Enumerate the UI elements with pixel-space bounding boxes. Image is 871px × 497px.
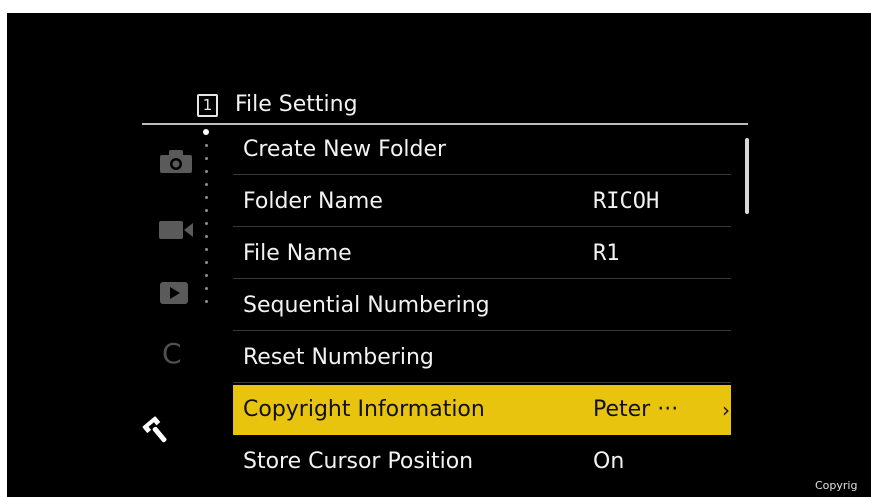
menu-item-folder-name[interactable]: Folder Name RICOH <box>233 177 731 227</box>
menu-item-value: RICOH <box>593 189 660 214</box>
menu-item-file-name[interactable]: File Name R1 <box>233 229 731 279</box>
movie-icon[interactable] <box>158 219 194 245</box>
position-indicator-dot <box>205 235 208 238</box>
menu-item-reset-numbering[interactable]: Reset Numbering <box>233 333 731 383</box>
position-indicator-dot <box>205 183 208 186</box>
position-indicator-active-dot <box>203 129 209 135</box>
custom-mode-icon[interactable]: C <box>162 340 182 368</box>
scrollbar-thumb[interactable] <box>745 138 749 214</box>
menu-item-value: R1 <box>593 241 620 266</box>
menu-item-store-cursor-position[interactable]: Store Cursor Position On <box>233 437 731 487</box>
copyright-watermark: Copyrig <box>815 479 858 492</box>
position-indicator-dot <box>205 261 208 264</box>
chevron-right-icon: › <box>722 398 730 422</box>
menu-item-label: Store Cursor Position <box>243 449 474 474</box>
page-title: File Setting <box>235 92 358 117</box>
position-indicator-dot <box>205 287 208 290</box>
position-indicator-dot <box>205 248 208 251</box>
menu-item-sequential-numbering[interactable]: Sequential Numbering <box>233 281 731 331</box>
menu-item-copyright-information[interactable]: Copyright Information Peter ··· › <box>233 385 731 435</box>
page-number-badge: 1 <box>197 94 218 117</box>
position-indicator-dot <box>205 209 208 212</box>
menu-item-label: Create New Folder <box>243 137 447 162</box>
position-indicator-dot <box>205 222 208 225</box>
menu-item-label: Copyright Information <box>243 397 485 422</box>
wrench-icon[interactable] <box>140 415 172 451</box>
camera-icon[interactable] <box>159 148 193 178</box>
menu-item-create-new-folder[interactable]: Create New Folder <box>233 125 731 175</box>
menu-item-value: On <box>593 449 625 474</box>
play-icon[interactable] <box>159 281 189 309</box>
position-indicator-dot <box>205 170 208 173</box>
menu-item-label: Folder Name <box>243 189 383 214</box>
position-indicator-dot <box>205 274 208 277</box>
menu-item-label: Reset Numbering <box>243 345 434 370</box>
camera-menu-screen: 1 File Setting C Create New Folder Folde… <box>7 13 871 497</box>
menu-item-value: Peter ··· <box>593 397 679 422</box>
position-indicator-dot <box>205 196 208 199</box>
position-indicator-dot <box>205 300 208 303</box>
menu-item-label: Sequential Numbering <box>243 293 490 318</box>
position-indicator-dot <box>205 144 208 147</box>
menu-item-label: File Name <box>243 241 352 266</box>
position-indicator-dot <box>205 157 208 160</box>
